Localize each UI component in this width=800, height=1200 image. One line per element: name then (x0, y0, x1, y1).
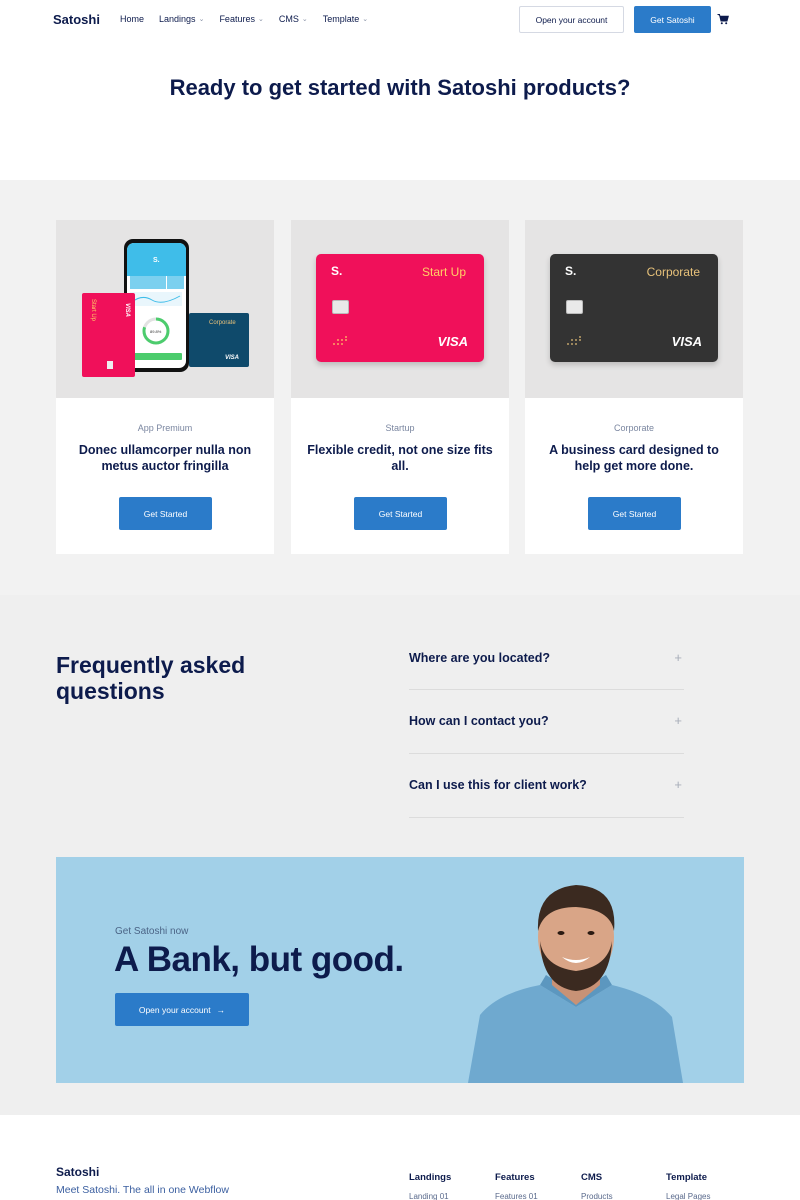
open-account-button[interactable]: Open your account (519, 6, 624, 33)
footer-link[interactable]: Legal Pages (666, 1192, 710, 1200)
nav-item-label: Features (219, 14, 255, 24)
nav-item-label: Home (120, 14, 145, 24)
nav-item-cms[interactable]: CMS ⌄ (279, 14, 308, 24)
svg-text:S.: S. (153, 257, 160, 264)
brand-logo[interactable]: Satoshi (53, 12, 100, 27)
corporate-card-image: S. Corporate VISA (525, 220, 743, 398)
faq-question: Can I use this for client work? (409, 778, 587, 792)
faq-question: Where are you located? (409, 651, 551, 665)
get-satoshi-button[interactable]: Get Satoshi (634, 6, 711, 33)
plus-icon[interactable]: + (674, 713, 682, 728)
chevron-down-icon: ⌄ (362, 16, 369, 23)
startup-bank-card: S. Start Up VISA (316, 254, 484, 362)
nav-item-features[interactable]: Features ⌄ (219, 14, 263, 24)
faq-item[interactable]: Can I use this for client work? + (409, 777, 684, 818)
svg-text:VISA: VISA (225, 355, 239, 361)
product-eyebrow: Corporate (613, 423, 655, 433)
footer-column-template: Template Legal Pages (666, 1172, 710, 1200)
footer-column-landings: Landings Landing 01 (409, 1172, 451, 1200)
card-type-label: Start Up (421, 265, 466, 279)
nav-item-label: CMS (278, 14, 299, 24)
card-chip-icon (566, 300, 583, 314)
product-eyebrow: Startup (385, 423, 415, 433)
chevron-down-icon: ⌄ (301, 16, 308, 23)
faq-heading: Frequently asked questions (56, 652, 246, 704)
footer-column-heading: CMS (581, 1172, 603, 1183)
nav-item-home[interactable]: Home (120, 14, 144, 24)
product-title: A business card designed to help get mor… (549, 443, 719, 473)
visa-logo: VISA (437, 334, 468, 349)
nav-item-landings[interactable]: Landings ⌄ (159, 14, 204, 24)
faq-item[interactable]: How can I contact you? + (409, 713, 684, 754)
chevron-down-icon: ⌄ (257, 16, 264, 23)
open-account-cta-button[interactable]: Open your account → (115, 993, 249, 1026)
arrow-right-icon: → (216, 1004, 226, 1015)
product-eyebrow: App Premium (137, 423, 193, 433)
startup-card-image: S. Start Up VISA (291, 220, 509, 398)
corporate-bank-card: S. Corporate VISA (550, 254, 718, 362)
nav-item-template[interactable]: Template ⌄ (323, 14, 368, 24)
plus-icon[interactable]: + (674, 777, 682, 792)
app-premium-image: Corporate VISA S. 89.8% Start Up VISA (56, 220, 274, 398)
product-card-startup: S. Start Up VISA Startup Flexible credit… (291, 220, 509, 554)
top-navbar: Satoshi Home Landings ⌄ Features ⌄ CMS ⌄ Te… (0, 0, 800, 40)
faq-item[interactable]: Where are you located? + (409, 650, 684, 690)
footer-link[interactable]: Products (581, 1192, 613, 1200)
smiling-man-photo (468, 885, 683, 1083)
card-logo: S. (565, 264, 577, 278)
product-card-corporate: S. Corporate VISA Corporate A business c… (525, 220, 743, 554)
card-type-label: Corporate (646, 265, 700, 279)
main-menu: Home Landings ⌄ Features ⌄ CMS ⌄ Template ⌄ (120, 14, 368, 24)
get-started-button[interactable]: Get Started (588, 497, 681, 530)
contactless-icon (333, 336, 347, 345)
chevron-down-icon: ⌄ (198, 16, 205, 23)
visa-logo: VISA (671, 334, 702, 349)
footer-column-cms: CMS Products (581, 1172, 613, 1200)
nav-item-label: Landings (159, 14, 196, 24)
get-started-button[interactable]: Get Started (354, 497, 447, 530)
get-started-button[interactable]: Get Started (119, 497, 212, 530)
svg-text:Corporate: Corporate (209, 320, 236, 326)
phone-with-cards-illustration: Corporate VISA S. 89.8% Start Up VISA (82, 239, 249, 377)
product-card-app-premium: Corporate VISA S. 89.8% Start Up VISA Ap… (56, 220, 274, 554)
cta-button-label: Open your account (138, 1004, 211, 1015)
cta-banner: Get Satoshi now A Bank, but good. Open y… (56, 857, 744, 1083)
faq-question: How can I contact you? (409, 714, 549, 728)
footer-column-heading: Template (666, 1172, 708, 1183)
footer-brand[interactable]: Satoshi (56, 1165, 99, 1179)
svg-text:Start Up: Start Up (90, 299, 96, 322)
cta-title: A Bank, but good. (114, 940, 404, 979)
footer-column-features: Features Features 01 (495, 1172, 538, 1200)
card-logo: S. (331, 264, 343, 278)
plus-icon[interactable]: + (674, 650, 682, 665)
card-chip-icon (332, 300, 349, 314)
footer-column-heading: Features (495, 1172, 535, 1183)
footer-tagline: Meet Satoshi. The all in one Webflow (56, 1184, 229, 1196)
cart-icon[interactable] (717, 13, 729, 25)
svg-text:VISA: VISA (124, 303, 130, 317)
footer-link[interactable]: Features 01 (495, 1192, 538, 1200)
contactless-icon (567, 336, 581, 345)
footer-column-heading: Landings (409, 1172, 452, 1183)
nav-item-label: Template (322, 14, 360, 24)
cta-eyebrow: Get Satoshi now (115, 926, 189, 937)
product-title: Flexible credit, not one size fits all. (307, 443, 493, 473)
product-title: Donec ullamcorper nulla non metus auctor… (78, 443, 252, 473)
footer-link[interactable]: Landing 01 (409, 1192, 451, 1200)
svg-text:89.8%: 89.8% (150, 329, 162, 334)
page-title: Ready to get started with Satoshi produc… (169, 75, 631, 100)
